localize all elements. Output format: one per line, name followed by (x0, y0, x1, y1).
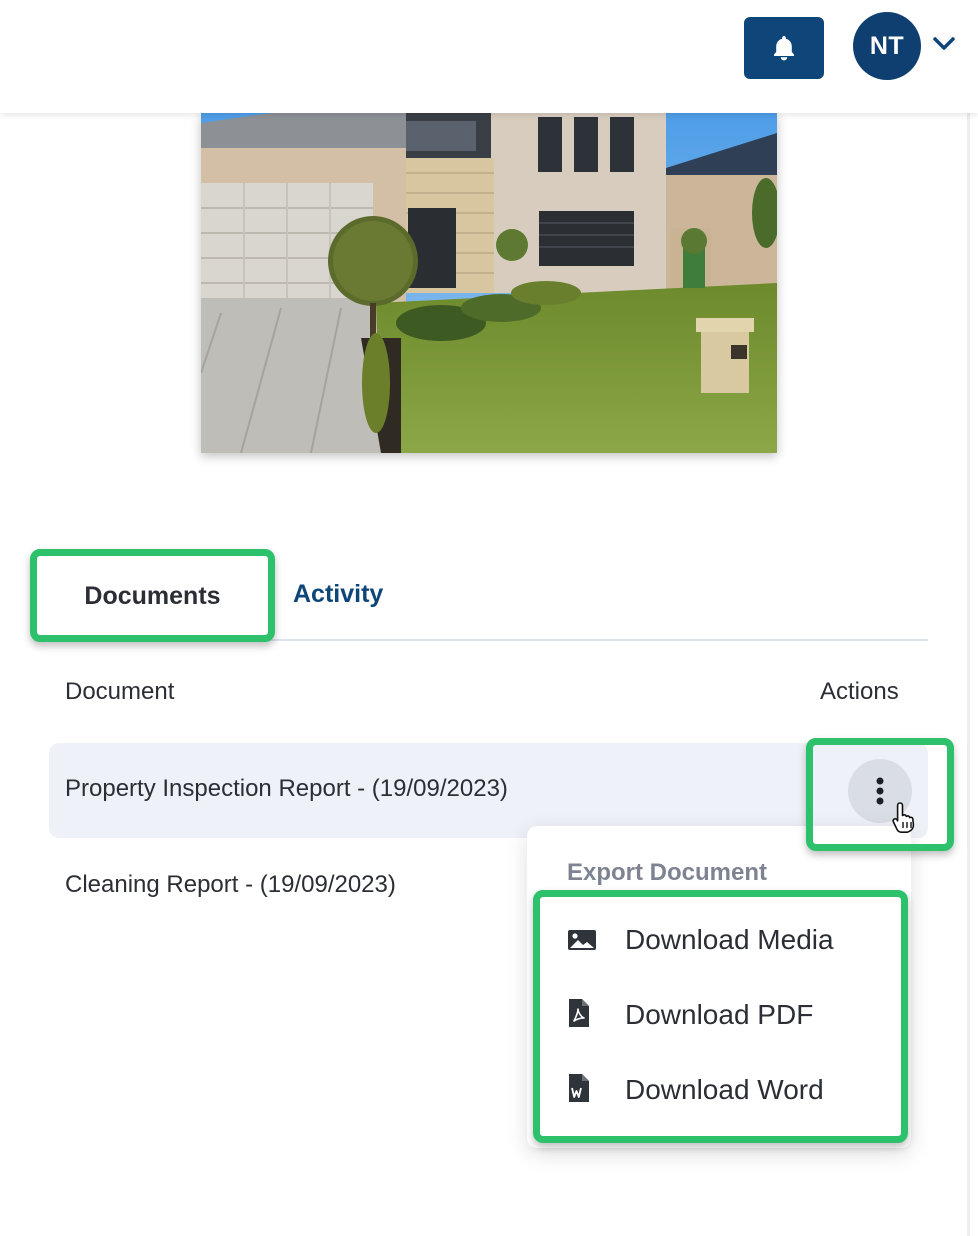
tab-documents-label: Documents (84, 581, 221, 610)
column-header-document: Document (65, 678, 175, 705)
image-icon (568, 930, 596, 950)
user-avatar[interactable]: NT (853, 12, 921, 80)
document-name[interactable]: Cleaning Report - (19/09/2023) (65, 871, 396, 899)
download-pdf-label: Download PDF (625, 999, 814, 1030)
word-file-icon (569, 1074, 589, 1102)
download-word-item[interactable]: Download Word (527, 1055, 911, 1125)
download-word-label: Download Word (625, 1074, 824, 1105)
bell-icon (774, 36, 794, 61)
export-dropdown-menu: Export Document Download Media Download … (527, 826, 911, 1148)
chevron-down-icon[interactable] (932, 36, 956, 52)
tab-activity[interactable]: Activity (293, 580, 383, 609)
tab-documents[interactable]: Documents (34, 553, 271, 639)
more-vertical-icon (876, 777, 884, 805)
property-photo (201, 113, 777, 453)
tab-activity-label: Activity (293, 580, 384, 608)
hand-pointer-icon (892, 802, 915, 833)
download-pdf-item[interactable]: Download PDF (527, 980, 911, 1050)
download-media-item[interactable]: Download Media (527, 905, 911, 975)
notifications-button[interactable] (744, 17, 824, 79)
pdf-file-icon (569, 999, 589, 1027)
scrollbar-track[interactable] (967, 113, 970, 1236)
column-header-actions: Actions (820, 678, 899, 705)
document-name[interactable]: Property Inspection Report - (19/09/2023… (65, 775, 508, 803)
dropdown-title: Export Document (567, 859, 768, 886)
download-media-label: Download Media (625, 924, 834, 955)
top-header: NT (0, 0, 978, 113)
avatar-initials: NT (869, 31, 905, 60)
tabs-divider (34, 639, 928, 641)
